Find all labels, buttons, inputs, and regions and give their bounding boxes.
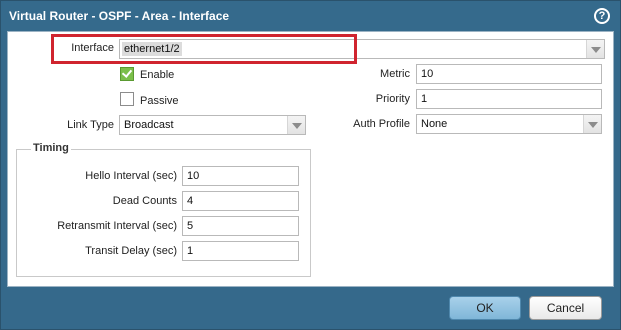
- passive-checkbox[interactable]: [120, 92, 134, 106]
- retransmit-interval-input[interactable]: 5: [182, 216, 299, 236]
- transit-delay-label: Transit Delay (sec): [85, 245, 177, 257]
- metric-label: Metric: [380, 68, 410, 80]
- interface-highlight-annotation: [51, 34, 357, 64]
- priority-label: Priority: [375, 93, 410, 105]
- hello-interval-label: Hello Interval (sec): [85, 170, 177, 182]
- link-type-dropdown-trigger[interactable]: [287, 116, 305, 134]
- enable-checkbox[interactable]: [120, 67, 134, 81]
- checkmark-icon: [121, 67, 133, 78]
- chevron-down-icon: [588, 122, 598, 128]
- interface-dropdown-trigger[interactable]: [586, 40, 604, 58]
- dialog-footer: [1, 289, 620, 329]
- transit-delay-input[interactable]: 1: [182, 241, 299, 261]
- dead-counts-label: Dead Counts: [112, 195, 177, 207]
- title-bar: Virtual Router - OSPF - Area - Interface…: [1, 1, 620, 31]
- auth-profile-dropdown-trigger[interactable]: [583, 115, 601, 133]
- link-type-select[interactable]: Broadcast: [119, 115, 306, 135]
- cancel-button[interactable]: Cancel: [529, 296, 602, 320]
- chevron-down-icon: [591, 47, 601, 53]
- auth-profile-value: None: [421, 118, 448, 130]
- timing-legend: Timing: [31, 142, 71, 154]
- hello-interval-input[interactable]: 10: [182, 166, 299, 186]
- dialog-title: Virtual Router - OSPF - Area - Interface: [9, 9, 230, 23]
- retransmit-interval-label: Retransmit Interval (sec): [57, 220, 177, 232]
- link-type-value: Broadcast: [124, 119, 174, 131]
- auth-profile-select[interactable]: None: [416, 114, 602, 134]
- ospf-interface-dialog: Virtual Router - OSPF - Area - Interface…: [0, 0, 621, 330]
- auth-profile-label: Auth Profile: [353, 118, 410, 130]
- enable-label: Enable: [140, 69, 175, 81]
- link-type-label: Link Type: [67, 119, 114, 131]
- help-icon[interactable]: ?: [594, 8, 610, 24]
- ok-button[interactable]: OK: [449, 296, 521, 320]
- chevron-down-icon: [292, 123, 302, 129]
- metric-input[interactable]: 10: [416, 64, 602, 84]
- dead-counts-input[interactable]: 4: [182, 191, 299, 211]
- priority-input[interactable]: 1: [416, 89, 602, 109]
- passive-label: Passive: [140, 95, 179, 107]
